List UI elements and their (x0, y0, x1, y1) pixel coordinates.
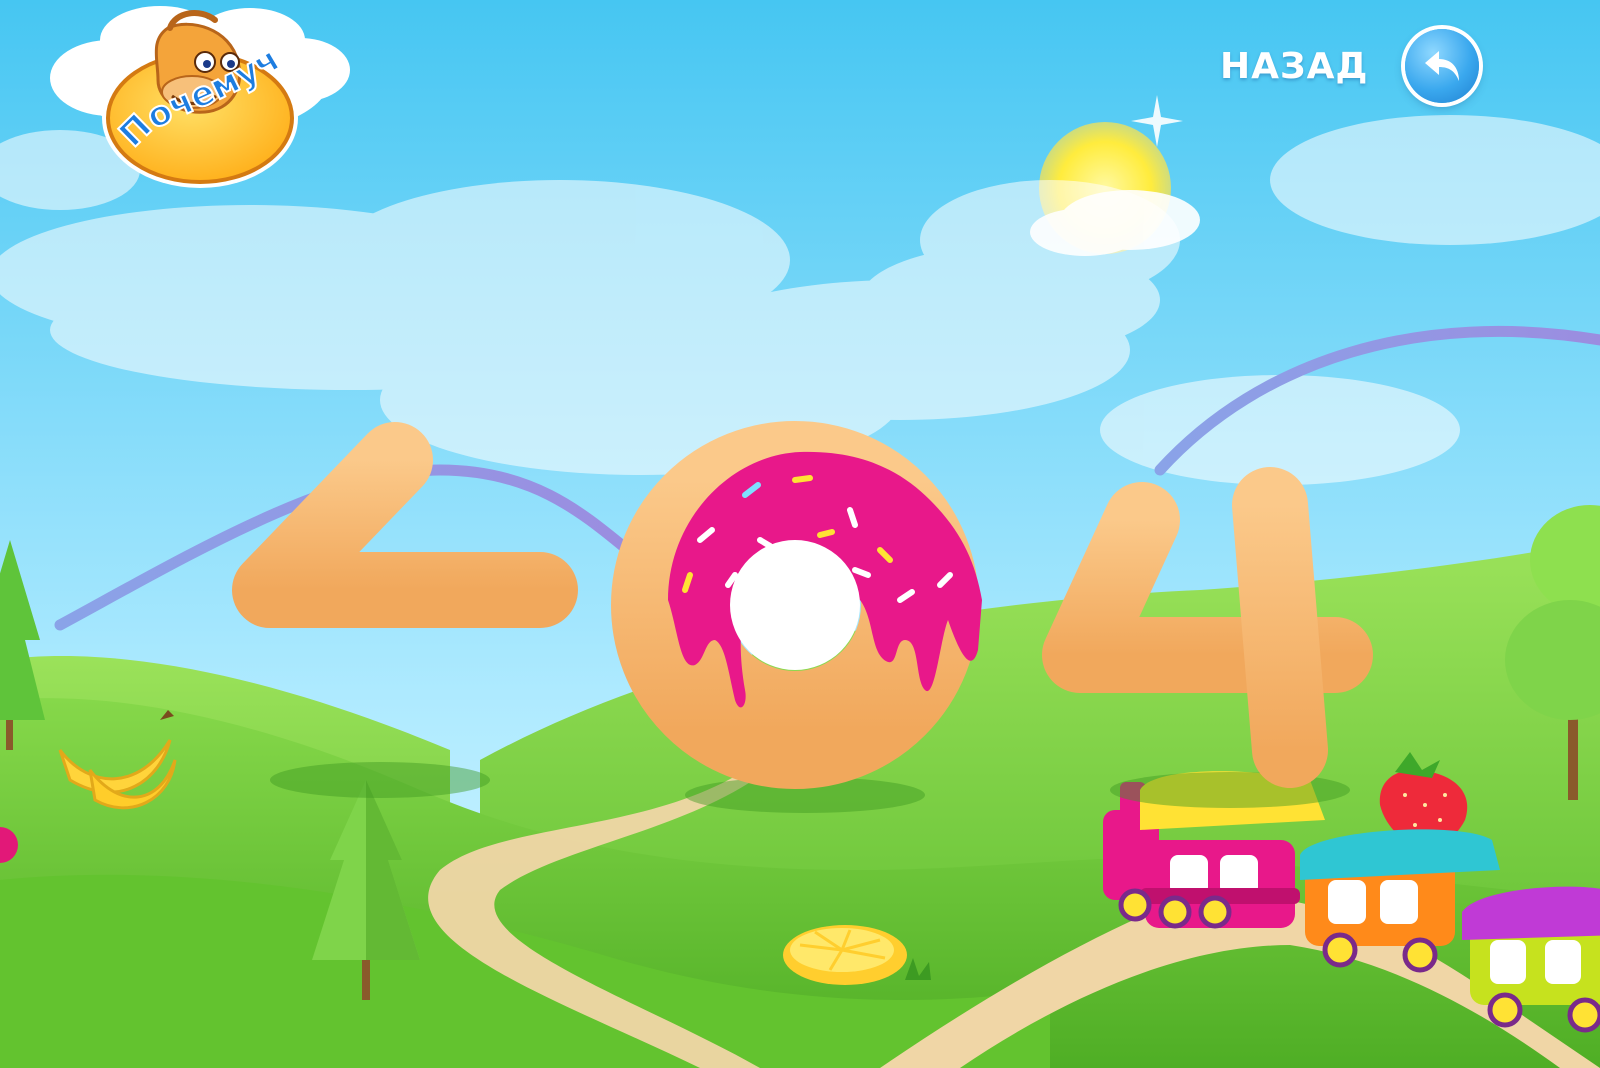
brand-logo[interactable]: Почемучка Почемучка (40, 0, 355, 205)
error-404-scene: Почемучка Почемучка НАЗАД (0, 0, 1600, 1068)
camel-mascot-logo: Почемучка (40, 0, 350, 188)
back-arrow-icon (1424, 51, 1459, 81)
back-button[interactable] (1404, 29, 1479, 103)
back-label[interactable]: НАЗАД (1220, 46, 1369, 87)
back-nav[interactable]: НАЗАД (1220, 28, 1479, 104)
donut-icon (611, 421, 982, 789)
